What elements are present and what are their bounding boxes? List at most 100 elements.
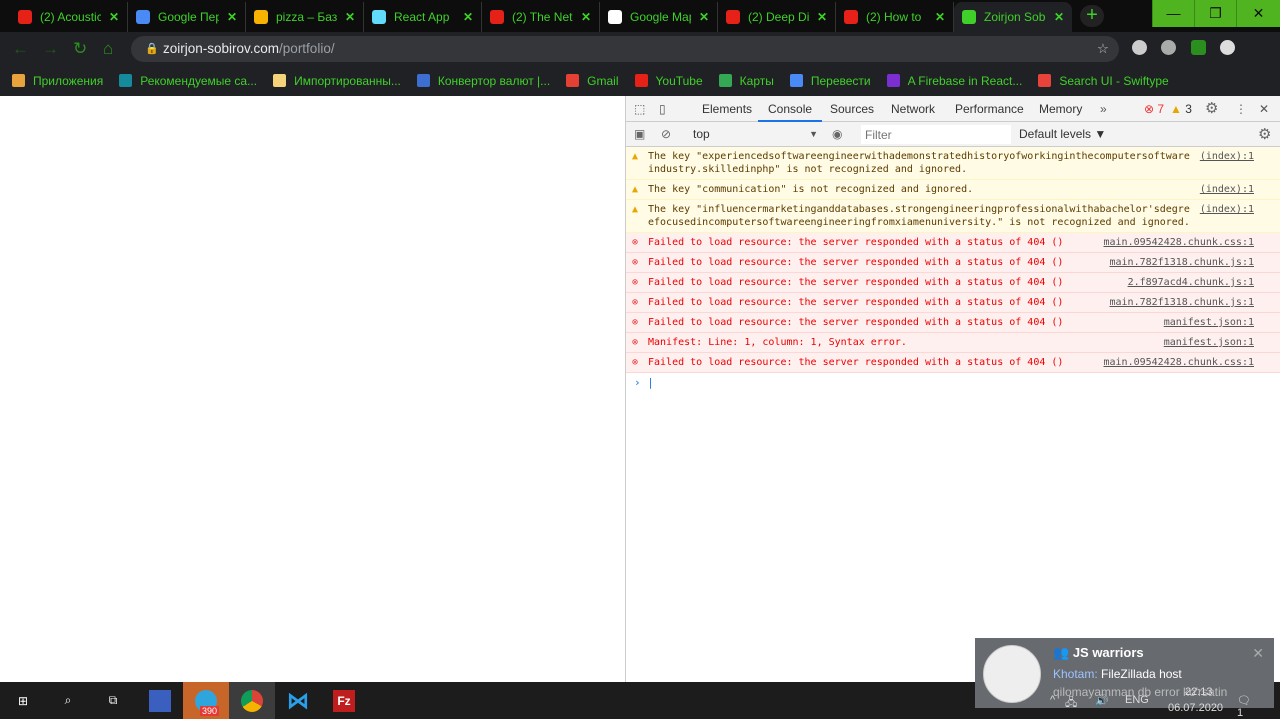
filter-input[interactable] xyxy=(861,125,1011,144)
kebab-menu-icon[interactable]: ⋮ xyxy=(1235,96,1247,122)
browser-tab[interactable]: (2) Deep Dive ✕ xyxy=(718,2,836,32)
close-tab-icon[interactable]: ✕ xyxy=(227,10,237,24)
clock-date[interactable]: 06.07.2020 xyxy=(1168,702,1223,714)
restore-button[interactable]: ❐ xyxy=(1194,0,1236,27)
close-tab-icon[interactable]: ✕ xyxy=(817,10,827,24)
devtools-tab-elements[interactable]: Elements xyxy=(702,96,752,122)
folder-icon xyxy=(273,74,287,87)
message-source-link[interactable]: main.09542428.chunk.css:1 xyxy=(1103,236,1254,249)
globe-extension-icon[interactable] xyxy=(1161,40,1176,55)
message-source-link[interactable]: (index):1 xyxy=(1200,150,1254,163)
reload-icon[interactable]: ↻ xyxy=(73,39,87,59)
close-tab-icon[interactable]: ✕ xyxy=(1054,10,1064,24)
chrome-icon[interactable] xyxy=(229,682,275,719)
close-tab-icon[interactable]: ✕ xyxy=(699,10,709,24)
telegram-icon[interactable]: 390 xyxy=(183,682,229,719)
close-tab-icon[interactable]: ✕ xyxy=(109,10,119,24)
console-error: ⊗ Failed to load resource: the server res… xyxy=(626,313,1280,333)
bookmark-item[interactable]: Приложения xyxy=(12,74,103,88)
message-source-link[interactable]: (index):1 xyxy=(1200,203,1254,216)
bookmark-item[interactable]: Карты xyxy=(718,73,774,88)
message-source-link[interactable]: main.09542428.chunk.css:1 xyxy=(1103,356,1254,369)
bookmark-item[interactable]: Импортированны... xyxy=(273,74,401,88)
browser-tab[interactable]: React App ✕ xyxy=(364,2,482,32)
devtools-tab-memory[interactable]: Memory xyxy=(1039,96,1082,122)
save-app-icon[interactable] xyxy=(137,682,183,719)
devtools-tab-sources[interactable]: Sources xyxy=(830,96,874,122)
context-select[interactable]: top ▼ xyxy=(693,122,818,147)
minimize-button[interactable]: — xyxy=(1152,0,1194,27)
message-source-link[interactable]: manifest.json:1 xyxy=(1164,336,1254,349)
close-tab-icon[interactable]: ✕ xyxy=(935,10,945,24)
devtools-tab-console[interactable]: Console xyxy=(758,96,823,122)
device-toggle-icon[interactable]: ▯ xyxy=(659,96,666,122)
bookmark-item[interactable]: Перевести xyxy=(789,74,871,88)
browser-tab[interactable]: Google Переводчик ✕ xyxy=(128,2,246,32)
more-tabs-button[interactable]: » xyxy=(1100,96,1107,122)
language-indicator[interactable]: ENG xyxy=(1125,694,1149,706)
action-center-icon[interactable]: 🗨1 xyxy=(1237,694,1251,719)
browser-tab[interactable]: pizza – База данных ✕ xyxy=(246,2,364,32)
bookmark-star-icon[interactable]: ☆ xyxy=(1097,36,1109,62)
close-tab-icon[interactable]: ✕ xyxy=(345,10,355,24)
console-warning: ▲ The key "communication" is not recogniz… xyxy=(626,180,1280,200)
task-view-icon[interactable]: ⧉ xyxy=(90,682,136,719)
message-source-link[interactable]: 2.f897acd4.chunk.js:1 xyxy=(1128,276,1254,289)
error-icon: ⊗ xyxy=(632,257,639,268)
log-levels-dropdown[interactable]: Default levels ▼ xyxy=(1019,122,1106,147)
message-text: Failed to load resource: the server resp… xyxy=(648,237,1064,248)
profile-avatar[interactable] xyxy=(1220,40,1235,55)
close-tab-icon[interactable]: ✕ xyxy=(581,10,591,24)
bookmark-item[interactable]: YouTube xyxy=(634,74,703,88)
new-tab-button[interactable]: + xyxy=(1080,5,1104,27)
home-icon[interactable]: ⌂ xyxy=(103,39,113,59)
filezilla-icon[interactable]: Fz xyxy=(321,682,367,719)
search-icon[interactable]: ⌕ xyxy=(45,682,91,719)
address-bar[interactable]: 🔒 zoirjon-sobirov.com/portfolio/ ☆ xyxy=(131,36,1119,62)
forward-icon[interactable]: → xyxy=(42,39,59,59)
vscode-icon[interactable]: ⋈ xyxy=(275,682,321,719)
clock-time[interactable]: 22:13 xyxy=(1185,686,1213,698)
message-source-link[interactable]: (index):1 xyxy=(1200,183,1254,196)
close-devtools-icon[interactable]: ✕ xyxy=(1259,96,1269,122)
sidebar-toggle-icon[interactable]: ▣ xyxy=(634,122,645,147)
message-source-link[interactable]: main.782f1318.chunk.js:1 xyxy=(1110,296,1255,309)
console-warning: ▲ The key "influencermarketinganddatabase… xyxy=(626,200,1280,233)
close-window-button[interactable]: ✕ xyxy=(1236,0,1280,27)
browser-tab[interactable]: (2) How to ✕ xyxy=(836,2,954,32)
message-source-link[interactable]: main.782f1318.chunk.js:1 xyxy=(1110,256,1255,269)
live-expression-eye-icon[interactable]: ◉ xyxy=(832,122,842,147)
bookmark-item[interactable]: Gmail xyxy=(566,74,619,88)
warning-count[interactable]: ▲ 3 xyxy=(1170,96,1192,122)
message-source-link[interactable]: manifest.json:1 xyxy=(1164,316,1254,329)
bookmark-item[interactable]: Конвертор валют |... xyxy=(416,74,550,88)
bookmark-item[interactable]: Search UI - Swiftype xyxy=(1038,74,1169,88)
back-icon[interactable]: ← xyxy=(12,39,29,59)
bookmark-label: Карты xyxy=(739,73,774,88)
gmail-icon xyxy=(566,74,580,87)
settings-icon[interactable]: ⚙ xyxy=(1205,96,1218,122)
browser-tab[interactable]: (2) Acoustic ✕ xyxy=(10,2,128,32)
close-tab-icon[interactable]: ✕ xyxy=(463,10,473,24)
volume-icon[interactable]: 🔊 xyxy=(1095,694,1109,707)
error-count[interactable]: ⊗ 7 xyxy=(1144,96,1164,122)
browser-tab[interactable]: Google Maps ✕ xyxy=(600,2,718,32)
windows-start-icon[interactable]: ⊞ xyxy=(0,682,46,719)
bookmark-item[interactable]: Рекомендуемые са... xyxy=(119,74,257,88)
console-settings-icon[interactable]: ⚙ xyxy=(1258,122,1271,147)
console-error: ⊗ Failed to load resource: the server res… xyxy=(626,273,1280,293)
extension-icon[interactable] xyxy=(1132,40,1147,55)
browser-tab[interactable]: (2) The Net ✕ xyxy=(482,2,600,32)
devtools-tab-network[interactable]: Network xyxy=(891,96,935,122)
bookmark-item[interactable]: A Firebase in React... xyxy=(886,74,1022,88)
network-icon[interactable]: 🖧 xyxy=(1065,694,1077,713)
youtube-icon xyxy=(634,74,648,87)
tray-chevron-icon[interactable]: ^ xyxy=(1050,694,1055,706)
inspect-icon[interactable]: ⬚ xyxy=(634,96,645,122)
close-notification-icon[interactable]: ✕ xyxy=(1252,645,1264,662)
console-prompt[interactable]: › | xyxy=(626,373,1280,392)
browser-tab[interactable]: Zoirjon Sobirov ✕ xyxy=(954,2,1072,32)
clear-console-icon[interactable]: ⊘ xyxy=(661,122,671,147)
puzzle-icon[interactable] xyxy=(1191,40,1206,55)
devtools-tab-performance[interactable]: Performance xyxy=(955,96,1024,122)
